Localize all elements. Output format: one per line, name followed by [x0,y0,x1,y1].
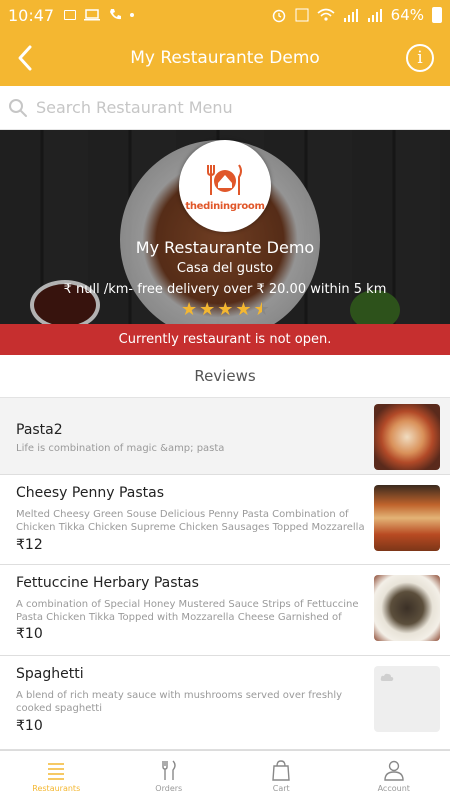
image-icon [64,10,77,20]
search-input[interactable] [36,98,450,117]
menu-item-price: ₹12 [16,537,43,553]
restaurant-closed-banner: Currently restaurant is not open. [0,324,450,355]
search-icon [9,98,27,117]
nav-orders[interactable]: Orders [113,751,226,800]
user-icon [384,760,404,781]
delivery-info: ₹ null /km- free delivery over ₹ 20.00 w… [63,282,387,297]
restaurant-tagline: Casa del gusto [176,261,274,276]
cloud-icon [380,673,394,681]
nav-cart[interactable]: Cart [225,751,338,800]
dining-room-emblem-icon [207,163,242,195]
menu-item-name: Cheesy Penny Pastas [16,485,164,501]
app-bar: My Restaurante Demo i [0,30,450,86]
chevron-left-icon[interactable] [8,38,48,78]
menu-item[interactable]: Cheesy Penny Pastas Melted Cheesy Green … [0,475,450,565]
menu-item-image [374,575,440,641]
nav-account[interactable]: Account [338,751,450,800]
menu-item-description: Life is combination of magic &amp; pasta [16,443,225,454]
dot-icon [130,13,135,17]
restaurant-logo-text: thediningroom [185,200,265,212]
status-left-icons [64,8,135,22]
page-title: My Restaurante Demo [130,48,320,68]
restaurant-logo: thediningroom [179,140,271,232]
half-star-icon: ★ [253,299,270,320]
menu-item-name: Fettuccine Herbary Pastas [16,575,199,591]
menu-item-name: Pasta2 [16,422,63,438]
shopping-bag-icon [272,759,291,781]
rating-stars: ★ ★ ★ ★ ★ [181,300,270,320]
list-icon [48,762,65,780]
search-bar [0,86,450,130]
fork-knife-icon [162,760,176,780]
status-time: 10:47 [8,5,55,25]
signal-icon [367,9,382,22]
nav-label: Cart [272,783,290,793]
battery-icon [432,7,442,23]
nav-label: Orders [155,783,183,793]
volte-icon [295,8,309,22]
menu-item-description: A blend of rich meaty sauce with mushroo… [16,690,343,714]
menu-item-image [374,485,440,551]
menu-item[interactable]: Spaghetti A blend of rich meaty sauce wi… [0,656,450,750]
star-icon: ★ [181,299,198,320]
laptop-icon [84,9,101,21]
menu-item-description: Melted Cheesy Green Souse Delicious Penn… [16,509,365,533]
menu-item-image [374,404,440,470]
menu-item[interactable]: Pasta2 Life is combination of magic &amp… [0,398,450,475]
menu-item-price: ₹10 [16,626,43,642]
nav-label: Restaurants [32,783,81,793]
alarm-icon [272,9,285,23]
bottom-navigation: Restaurants Orders Cart Account [0,750,450,800]
battery-percentage: 64% [390,6,424,24]
menu-list: Pasta2 Life is combination of magic &amp… [0,398,450,750]
menu-item[interactable]: Fettuccine Herbary Pastas A combination … [0,565,450,656]
menu-item-image-placeholder [374,666,440,732]
signal-icon [343,9,358,22]
menu-item-name: Spaghetti [16,666,84,682]
nav-label: Account [377,783,410,793]
phone-icon [110,9,122,20]
status-bar: 10:47 64% [0,0,450,30]
menu-item-price: ₹10 [16,718,43,734]
restaurant-name: My Restaurante Demo [135,238,315,257]
info-icon[interactable]: i [406,44,434,72]
reviews-button[interactable]: Reviews [0,355,450,398]
nav-restaurants[interactable]: Restaurants [0,751,113,800]
star-icon: ★ [217,299,234,320]
restaurant-header: thediningroom My Restaurante Demo Casa d… [0,130,450,324]
menu-item-description: A combination of Special Honey Mustered … [16,599,359,623]
star-icon: ★ [235,299,252,320]
star-icon: ★ [199,299,216,320]
wifi-icon [317,8,335,21]
status-right-icons: 64% [271,6,442,24]
